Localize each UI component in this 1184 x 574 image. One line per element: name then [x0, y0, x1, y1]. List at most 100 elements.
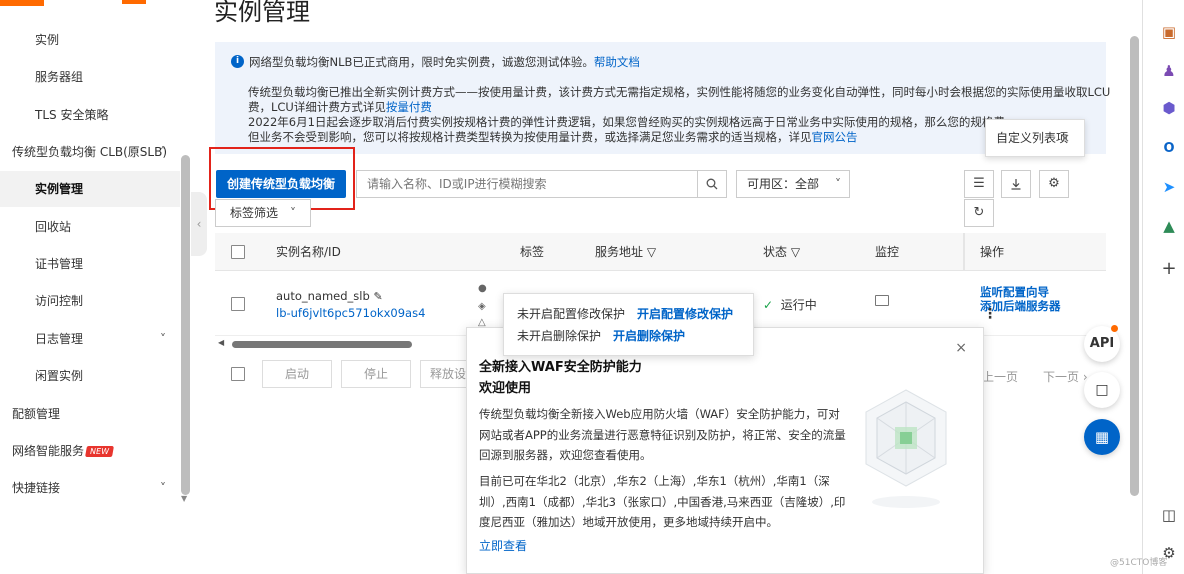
notice-text: 网络型负载均衡NLB已正式商用，限时免实例费，诚邀您测试体验。 — [249, 55, 594, 69]
sidebar-item-label: 实例 — [35, 33, 60, 47]
sidebar-toggle-icon[interactable]: ◫ — [1159, 505, 1179, 525]
sidebar-item-recycle-bin[interactable]: 回收站 — [0, 209, 180, 245]
sidebar-item-access-control[interactable]: 访问控制 — [0, 283, 180, 319]
view-now-link[interactable]: 立即查看 — [479, 537, 527, 554]
user-icon[interactable]: ♟ — [1159, 61, 1179, 81]
sidebar-item-log-management[interactable]: 日志管理 ˅ — [0, 321, 180, 357]
sidebar-item-label: 服务器组 — [35, 70, 84, 84]
sidebar-item-idle-instances[interactable]: 闲置实例 — [0, 358, 180, 394]
export-button[interactable] — [1001, 170, 1031, 198]
send-icon[interactable]: ➤ — [1159, 177, 1179, 197]
tag-filter-label: 标签筛选 — [230, 206, 279, 220]
column-header-name: 实例名称/ID — [276, 245, 341, 259]
chevron-down-icon: ˅ — [160, 481, 166, 495]
protection-status-text: 未开启删除保护 — [517, 329, 602, 343]
next-page-label: 下一页 — [1043, 370, 1080, 384]
batch-select-checkbox[interactable] — [231, 367, 245, 381]
list-view-button[interactable]: ☰ — [964, 170, 994, 198]
protection-popover: 未开启配置修改保护 开启配置修改保护 未开启删除保护 开启删除保护 — [503, 293, 754, 356]
instance-id-link[interactable]: lb-uf6jvlt6pc571okx09as4 — [276, 306, 425, 320]
filter-icon[interactable]: ▽ — [791, 245, 800, 259]
toolbox-icon[interactable]: ▣ — [1159, 22, 1179, 42]
sidebar-scrollbar[interactable] — [181, 155, 190, 495]
tree-icon[interactable]: ▲ — [1159, 216, 1179, 236]
sidebar-group-clb[interactable]: 传统型负载均衡 CLB(原SLB) ˄ — [0, 134, 180, 170]
sidebar-item-label: TLS 安全策略 — [35, 108, 109, 122]
search-box — [356, 170, 698, 198]
brand-accent-bar — [122, 0, 146, 4]
popover-paragraph: 传统型负载均衡全新接入Web应用防火墙（WAF）安全防护能力，可对网站或者APP… — [479, 407, 846, 462]
pay-as-you-go-link[interactable]: 按量付费 — [386, 100, 432, 114]
instance-name: auto_named_slb ✎ — [276, 289, 383, 303]
apps-button[interactable]: ▦ — [1084, 419, 1120, 455]
add-icon[interactable]: + — [1159, 259, 1179, 279]
close-icon[interactable]: × — [1060, 120, 1070, 156]
copilot-icon[interactable]: ⬢ — [1159, 98, 1179, 118]
enable-config-protection-link[interactable]: 开启配置修改保护 — [637, 307, 733, 321]
shield-icon[interactable]: ◈ — [478, 301, 486, 312]
chevron-left-icon: ‹ — [196, 217, 202, 231]
tag-filter-select[interactable]: 标签筛选 ˅ — [215, 199, 311, 227]
sidebar-item-label: 配额管理 — [12, 407, 61, 421]
sidebar-item-quick-links[interactable]: 快捷链接 ˅ — [0, 470, 180, 506]
sidebar-item-label: 实例管理 — [35, 182, 84, 196]
column-header-address: 服务地址 ▽ — [595, 233, 656, 271]
sidebar-item-instances[interactable]: 实例 — [0, 22, 180, 58]
feedback-button[interactable]: □ — [1084, 372, 1120, 408]
edit-icon[interactable]: ✎ — [373, 290, 382, 303]
help-doc-link[interactable]: 帮助文档 — [594, 55, 640, 69]
more-actions-icon[interactable]: ⋮ — [983, 307, 997, 321]
main-scrollbar[interactable] — [1130, 36, 1139, 496]
tooltip-text: 自定义列表项 — [996, 131, 1069, 145]
row-checkbox[interactable] — [231, 297, 245, 311]
settings-button[interactable]: ⚙ — [1039, 170, 1069, 198]
sidebar-item-certificates[interactable]: 证书管理 — [0, 246, 180, 282]
popover-paragraph: 目前已可在华北2（北京）,华东2（上海）,华东1（杭州）,华南1（深圳）,西南1… — [479, 474, 846, 529]
sidebar-item-tls-policy[interactable]: TLS 安全策略 — [0, 97, 180, 133]
notification-dot — [1111, 325, 1118, 332]
stop-button[interactable]: 停止 — [341, 360, 411, 388]
brand-accent-bar — [0, 0, 44, 6]
select-all-checkbox[interactable] — [231, 245, 245, 259]
right-panel-divider — [1142, 0, 1143, 574]
monitor-chart-icon[interactable] — [875, 295, 889, 306]
zone-select-label: 可用区：全部 — [747, 177, 820, 191]
sidebar-item-label: 闲置实例 — [35, 369, 84, 383]
scroll-down-arrow-icon[interactable]: ▼ — [181, 494, 187, 503]
filter-icon[interactable]: ▽ — [647, 245, 656, 259]
search-input[interactable] — [357, 171, 657, 197]
sidebar-item-label: 传统型负载均衡 CLB(原SLB) — [12, 145, 168, 159]
sidebar-item-instance-management[interactable]: 实例管理 — [0, 171, 180, 207]
enable-delete-protection-link[interactable]: 开启删除保护 — [613, 329, 685, 343]
prev-page-button[interactable]: 上一页 — [982, 368, 1018, 385]
sidebar-item-server-groups[interactable]: 服务器组 — [0, 59, 180, 95]
sidebar-item-network-intelligence[interactable]: 网络智能服务 NEW — [0, 433, 180, 469]
search-icon — [706, 178, 718, 189]
outlook-icon[interactable]: O — [1159, 139, 1179, 159]
collapse-sidebar-button[interactable]: ‹ — [191, 192, 207, 256]
start-button[interactable]: 启动 — [262, 360, 332, 388]
notice-text: 费，LCU详细计费方式详见 — [248, 100, 386, 114]
waf-illustration — [865, 389, 947, 508]
scroll-left-arrow-icon[interactable]: ◀ — [218, 338, 224, 347]
search-button[interactable] — [697, 170, 727, 198]
sidebar-item-label: 快捷链接 — [12, 481, 61, 495]
close-icon[interactable]: × — [955, 340, 967, 356]
notice-line: 网络型负载均衡NLB已正式商用，限时免实例费，诚邀您测试体验。帮助文档 — [249, 54, 640, 70]
list-icon: ☰ — [973, 176, 985, 191]
horizontal-scrollbar[interactable] — [232, 341, 412, 348]
zone-select[interactable]: 可用区：全部 ˅ — [736, 170, 850, 198]
notice-text: 但业务不会受到影响，您可以将按规格计费类型转换为按使用量计费，或选择满足您业务需… — [248, 130, 812, 144]
sidebar-item-label: 网络智能服务 — [12, 444, 85, 458]
location-icon[interactable]: ● — [478, 283, 487, 294]
create-clb-button[interactable]: 创建传统型负载均衡 — [216, 170, 346, 198]
waf-promo-popover: × 全新接入WAF安全防护能力 欢迎使用 传统型负载均衡全新接入Web应用防火墙… — [466, 327, 984, 574]
refresh-button[interactable]: ↻ — [964, 199, 994, 227]
page-title: 实例管理 — [214, 0, 310, 26]
protection-status-text: 未开启配置修改保护 — [517, 307, 626, 321]
sidebar-item-quota[interactable]: 配额管理 — [0, 396, 180, 432]
notice-line: 2022年6月1日起会逐步取消后付费实例按规格计费的弹性计费逻辑，如果您曾经购买… — [248, 115, 1005, 129]
next-page-button[interactable]: 下一页 › — [1043, 368, 1088, 385]
table-header: 实例名称/ID 标签 服务地址 ▽ 状态 ▽ 监控 操作 — [215, 233, 1106, 271]
official-announcement-link[interactable]: 官网公告 — [812, 130, 858, 144]
